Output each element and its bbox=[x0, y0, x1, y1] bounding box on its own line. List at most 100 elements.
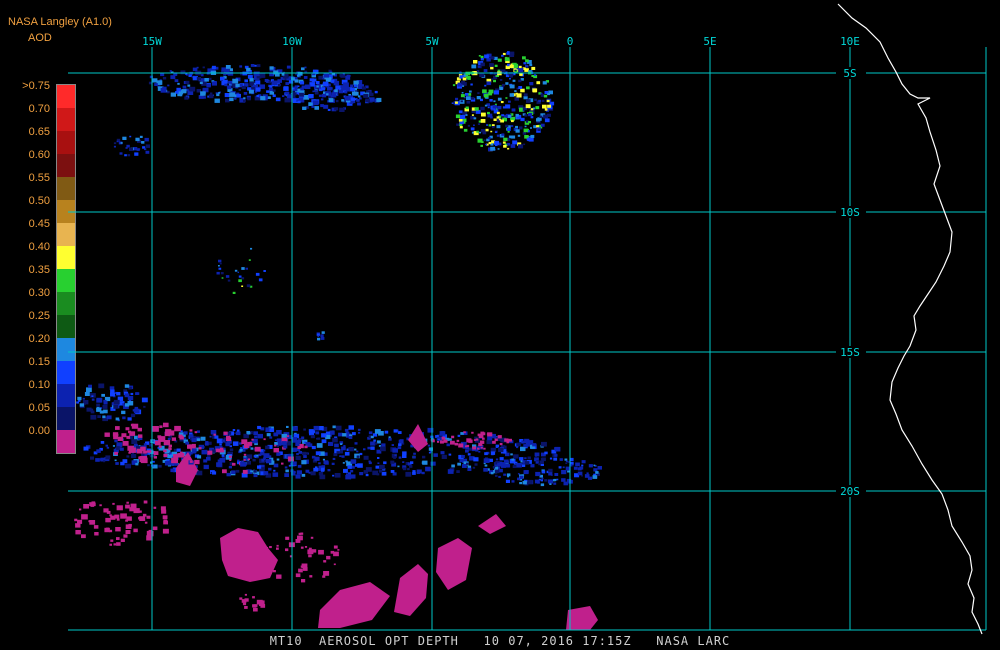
aerosol-pixel bbox=[302, 567, 308, 571]
aerosol-pixel bbox=[357, 463, 363, 468]
aerosol-pixel bbox=[120, 461, 125, 466]
aerosol-pixel bbox=[374, 429, 381, 434]
aerosol-pixel bbox=[153, 451, 159, 455]
aerosol-pixel bbox=[483, 468, 488, 472]
aerosol-pixel bbox=[131, 423, 139, 429]
aerosol-pixel bbox=[332, 425, 336, 429]
aerosol-pixel bbox=[511, 480, 515, 483]
aerosol-pixel bbox=[543, 114, 548, 119]
aerosol-pixel bbox=[348, 436, 353, 439]
aerosol-pixel bbox=[350, 84, 354, 87]
aerosol-pixel bbox=[243, 97, 246, 100]
aerosol-pixel bbox=[472, 466, 476, 469]
aerosol-pixel bbox=[140, 446, 146, 452]
aerosol-pixel bbox=[266, 433, 271, 437]
aerosol-pixel bbox=[339, 74, 344, 77]
aerosol-pixel bbox=[483, 69, 488, 73]
aerosol-pixel bbox=[567, 470, 570, 473]
aerosol-pixel bbox=[136, 148, 140, 151]
aerosol-pixel bbox=[524, 461, 530, 465]
aerosol-pixel bbox=[116, 446, 121, 450]
aerosol-pixel bbox=[133, 408, 140, 414]
aerosol-pixel bbox=[137, 427, 142, 432]
aerosol-pixel bbox=[457, 462, 461, 466]
aerosol-pixel bbox=[115, 527, 121, 532]
aerosol-pixel bbox=[402, 461, 405, 463]
aerosol-pixel bbox=[347, 465, 352, 469]
aerosol-pixel bbox=[99, 504, 102, 507]
aerosol-pixel bbox=[484, 464, 488, 467]
aerosol-pixel bbox=[503, 144, 507, 148]
aerosol-pixel bbox=[115, 417, 120, 421]
aerosol-pixel bbox=[490, 472, 494, 475]
aerosol-pixel bbox=[497, 435, 502, 439]
aerosol-pixel bbox=[83, 504, 89, 509]
aerosol-pixel bbox=[397, 446, 402, 450]
aerosol-pixel bbox=[134, 152, 139, 156]
aerosol-pixel bbox=[234, 269, 238, 272]
aerosol-pixel bbox=[218, 267, 222, 270]
aerosol-pixel bbox=[94, 532, 99, 536]
aerosol-pixel bbox=[538, 99, 542, 103]
aerosol-pixel bbox=[281, 441, 287, 446]
aerosol-pixel bbox=[483, 458, 490, 463]
aerosol-pixel bbox=[207, 450, 213, 455]
aerosol-pixel bbox=[247, 432, 251, 435]
aerosol-pixel bbox=[96, 398, 102, 403]
aerosol-pixel bbox=[326, 93, 329, 96]
aerosol-pixel bbox=[298, 532, 302, 536]
aerosol-pixel bbox=[402, 451, 407, 455]
aerosol-pixel bbox=[288, 80, 294, 84]
aerosol-pixel bbox=[487, 106, 490, 109]
aerosol-pixel bbox=[103, 409, 108, 414]
aerosol-pixel bbox=[192, 67, 198, 72]
aerosol-pixel bbox=[341, 446, 346, 451]
aerosol-pixel bbox=[519, 73, 523, 76]
aerosol-pixel bbox=[81, 534, 86, 539]
aerosol-pixel bbox=[350, 97, 355, 101]
aerosol-pixel bbox=[535, 456, 537, 459]
aerosol-pixel bbox=[299, 92, 304, 97]
aerosol-pixel bbox=[255, 272, 260, 276]
aerosol-pixel bbox=[332, 457, 336, 460]
aerosol-pixel bbox=[470, 83, 473, 86]
aerosol-pixel bbox=[277, 79, 282, 83]
aerosol-pixel bbox=[297, 71, 303, 76]
aerosol-pixel bbox=[558, 466, 562, 469]
aerosol-pixel bbox=[518, 79, 522, 83]
aerosol-pixel bbox=[167, 84, 170, 87]
map-canvas: 15W 10W 5W 0 5E 10E 5S 10S 15S 20S bbox=[68, 3, 987, 635]
aerosol-pixel bbox=[179, 94, 183, 97]
aerosol-pixel bbox=[243, 99, 246, 102]
aerosol-pixel bbox=[491, 78, 494, 81]
aerosol-pixel bbox=[273, 463, 279, 468]
aerosol-pixel bbox=[104, 527, 110, 533]
aerosol-pixel bbox=[378, 469, 383, 473]
aerosol-pixel bbox=[466, 462, 469, 465]
aerosol-pixel bbox=[336, 451, 340, 454]
aerosol-pixel bbox=[119, 447, 124, 451]
aerosol-pixel bbox=[275, 97, 281, 102]
aerosol-pixel bbox=[514, 463, 518, 465]
aerosol-pixel bbox=[473, 457, 479, 462]
aerosol-pixel bbox=[91, 501, 96, 505]
aerosol-pixel bbox=[534, 98, 538, 101]
aerosol-pixel bbox=[312, 90, 315, 93]
aerosol-pixel bbox=[456, 123, 460, 126]
aerosol-pixel bbox=[510, 125, 514, 127]
aerosol-pixel bbox=[487, 137, 491, 140]
footer-caption: MT10 AEROSOL OPT DEPTH 10 07, 2016 17:15… bbox=[269, 634, 731, 648]
aerosol-pixel bbox=[115, 433, 119, 436]
aerosol-pixel bbox=[338, 432, 343, 437]
aerosol-pixel bbox=[383, 461, 387, 465]
aerosol-pixel bbox=[194, 459, 200, 465]
aerosol-pixel bbox=[82, 397, 85, 400]
aerosol-pixel bbox=[177, 453, 183, 458]
aerosol-pixel bbox=[103, 399, 107, 403]
aerosol-pixel bbox=[120, 142, 123, 144]
aerosol-pixel bbox=[493, 90, 499, 95]
aerosol-pixel bbox=[328, 441, 334, 446]
aerosol-pixel bbox=[130, 453, 137, 458]
aerosol-pixel bbox=[98, 383, 105, 389]
aerosol-pixel bbox=[254, 435, 258, 439]
